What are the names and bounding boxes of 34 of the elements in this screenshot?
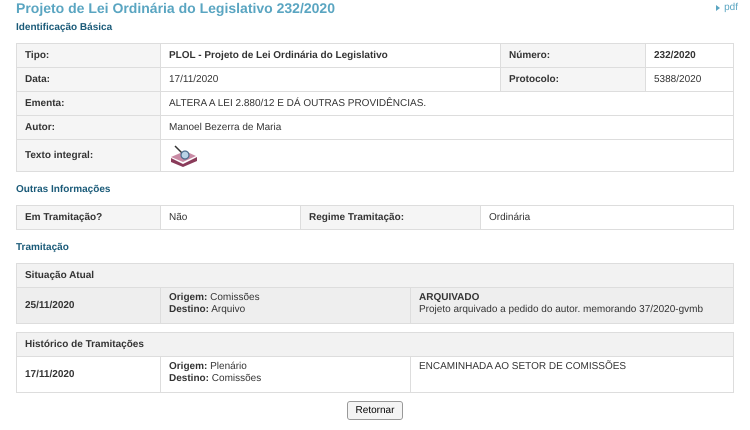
back-button[interactable]: Retornar [346,401,404,420]
field-value: ALTERA A LEI 2.880/12 E DÁ OUTRAS PROVIDÊNCIAS. [160,92,734,116]
origin-text: Origem: Comissões [169,292,261,304]
page-title: Projeto de Lei Ordinária do Legislativo 232/2020 [16,0,335,16]
section-heading: Outras Informações [16,183,112,197]
field-value: 5388/2020 [646,68,734,92]
date-text: 17/11/2020 [25,369,74,380]
field-label: Protocolo: [500,68,646,92]
field-label: Ementa: [16,92,160,116]
section-heading: Identificação Básica [16,21,114,35]
field-label: Tipo: [16,44,160,68]
note-text: Projeto arquivado a pedido do autor. memorando 37/2020-gvmb [419,304,704,316]
field-value: Ordinária [480,206,734,230]
note-text: ENCAMINHADA AO SETOR DE COMISSÕES [419,361,628,373]
destination-text: Destino: Comissões [169,373,262,385]
field-label: Autor: [16,116,160,140]
table-header: Situação Atual [16,264,734,288]
field-label: Regime Tramitação: [300,206,480,230]
field-label: Em Tramitação? [16,206,160,230]
field-label: Número: [500,44,646,68]
table-header: Histórico de Tramitações [16,332,734,356]
field-value: PLOL - Projeto de Lei Ordinária do Legislativo [160,44,500,68]
origin-text: Origem: Plenário [169,361,248,373]
status-text: ARQUIVADO [419,292,480,304]
section-heading: Tramitação [16,241,70,255]
field-label: Texto integral: [16,140,160,172]
field-value: Não [160,206,300,230]
book-magnifier-icon[interactable] [169,144,199,168]
field-value: 232/2020 [646,44,734,68]
field-label: Data: [16,68,160,92]
field-value: 17/11/2020 [160,68,500,92]
field-value: Manoel Bezerra de Maria [160,116,734,140]
destination-text: Destino: Arquivo [169,304,246,316]
date-text: 25/11/2020 [25,300,74,311]
